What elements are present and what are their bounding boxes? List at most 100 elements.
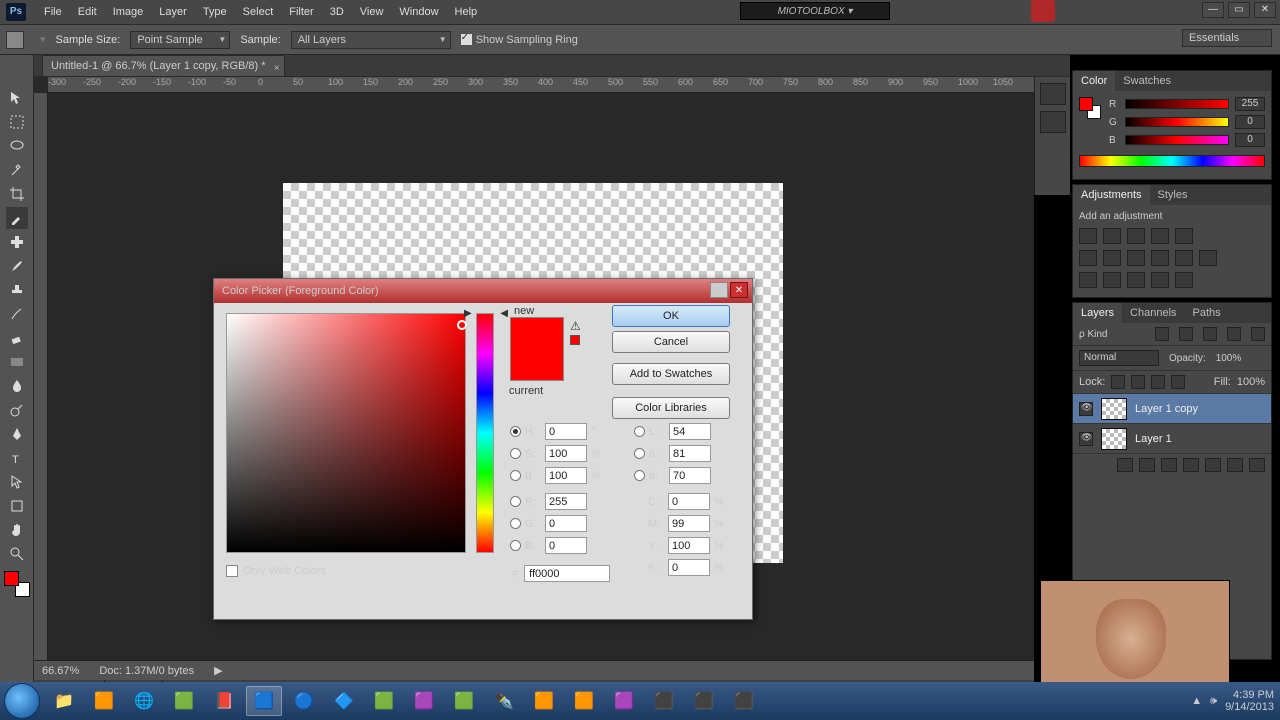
healing-tool-icon[interactable] [6,231,28,253]
window-close-button[interactable]: ✕ [1254,2,1276,18]
k-input[interactable] [668,559,710,576]
mask-icon[interactable] [1161,458,1177,472]
taskbar-icon[interactable]: ⬛ [646,686,682,716]
system-tray[interactable]: ▲ 🕪 4:39 PM 9/14/2013 [1191,689,1274,713]
menu-edit[interactable]: Edit [70,0,105,24]
visibility-toggle-icon[interactable] [1079,432,1093,446]
color-libraries-button[interactable]: Color Libraries [612,397,730,419]
a-input[interactable] [669,445,711,462]
taskbar-illustrator-icon[interactable]: 🟧 [566,686,602,716]
taskbar-clock[interactable]: 4:39 PM 9/14/2013 [1225,689,1274,713]
b-slider[interactable] [1125,135,1229,145]
s-input[interactable] [545,445,587,462]
lasso-tool-icon[interactable] [6,135,28,157]
dialog-titlebar[interactable]: Color Picker (Foreground Color) ▭ ✕ [214,279,752,303]
menu-3d[interactable]: 3D [322,0,352,24]
opacity-value[interactable]: 100% [1216,353,1242,364]
taskbar-icon[interactable]: ⬛ [726,686,762,716]
b-value[interactable]: 0 [1235,133,1265,147]
foreground-color-swatch[interactable] [4,571,19,586]
lock-trans-icon[interactable] [1111,375,1125,389]
eyedropper-tool-icon[interactable] [6,207,28,229]
adj-icon[interactable] [1103,250,1121,266]
r-value[interactable]: 255 [1235,97,1265,111]
g-radio[interactable] [510,518,521,529]
show-ring-checkbox[interactable] [461,34,472,45]
start-button[interactable] [4,683,40,719]
b-rgb-input[interactable] [545,537,587,554]
cancel-button[interactable]: Cancel [612,331,730,353]
b-hsb-input[interactable] [545,467,587,484]
dialog-close-button[interactable]: ✕ [730,282,748,298]
delete-layer-icon[interactable] [1249,458,1265,472]
h-radio[interactable] [510,426,521,437]
menu-file[interactable]: File [36,0,70,24]
link-layers-icon[interactable] [1117,458,1133,472]
taskbar-photoshop-icon[interactable]: 🟦 [246,686,282,716]
adj-icon[interactable] [1175,228,1193,244]
adjustment-layer-icon[interactable] [1183,458,1199,472]
stamp-tool-icon[interactable] [6,279,28,301]
adj-icon[interactable] [1151,272,1169,288]
wand-tool-icon[interactable] [6,159,28,181]
lock-pixels-icon[interactable] [1131,375,1145,389]
ok-button[interactable]: OK [612,305,730,327]
taskbar-onenote-icon[interactable]: 🟪 [406,686,442,716]
blend-mode-dropdown[interactable]: Normal [1079,350,1159,366]
taskbar-icon[interactable]: 🟧 [86,686,122,716]
tab-styles[interactable]: Styles [1150,185,1196,205]
b-lab-radio[interactable] [634,470,645,481]
taskbar-indesign-icon[interactable]: 🟪 [606,686,642,716]
taskbar-icon[interactable]: 🟩 [446,686,482,716]
adj-icon[interactable] [1175,250,1193,266]
tab-paths[interactable]: Paths [1185,303,1229,323]
tray-icon[interactable]: 🕪 [1210,695,1217,708]
menu-help[interactable]: Help [447,0,486,24]
shape-tool-icon[interactable] [6,495,28,517]
a-radio[interactable] [634,448,645,459]
hex-input[interactable] [524,565,610,582]
eraser-tool-icon[interactable] [6,327,28,349]
tab-layers[interactable]: Layers [1073,303,1122,323]
dialog-minimize-button[interactable]: ▭ [710,282,728,298]
adj-icon[interactable] [1079,228,1097,244]
taskbar-dreamweaver-icon[interactable]: 🟩 [366,686,402,716]
close-tab-icon[interactable]: × [274,59,280,79]
tab-color[interactable]: Color [1073,71,1115,91]
lock-all-icon[interactable] [1171,375,1185,389]
adj-icon[interactable] [1103,228,1121,244]
tool-preset-icon[interactable] [6,31,24,49]
b-hsb-radio[interactable] [510,470,521,481]
l-input[interactable] [669,423,711,440]
g-slider[interactable] [1125,117,1229,127]
menu-layer[interactable]: Layer [151,0,195,24]
color-swatches[interactable] [4,571,30,597]
menu-image[interactable]: Image [105,0,152,24]
menu-window[interactable]: Window [391,0,446,24]
spectrum-bar[interactable] [1079,155,1265,167]
menu-type[interactable]: Type [195,0,235,24]
zoom-readout[interactable]: 66.67% [42,665,79,677]
adj-icon[interactable] [1127,228,1145,244]
y-input[interactable] [668,537,710,554]
dock-icon-2[interactable] [1040,111,1066,133]
filter-icon[interactable] [1227,327,1241,341]
adj-icon[interactable] [1079,250,1097,266]
move-tool-icon[interactable] [6,87,28,109]
taskbar-icon[interactable]: ⬛ [686,686,722,716]
adj-icon[interactable] [1127,250,1145,266]
adj-icon[interactable] [1151,250,1169,266]
fx-icon[interactable] [1139,458,1155,472]
blur-tool-icon[interactable] [6,375,28,397]
history-brush-tool-icon[interactable] [6,303,28,325]
menu-filter[interactable]: Filter [281,0,321,24]
visibility-toggle-icon[interactable] [1079,402,1093,416]
taskbar-icon[interactable]: 🌐 [126,686,162,716]
current-color-swatch[interactable] [511,349,563,380]
c-input[interactable] [668,493,710,510]
g-value[interactable]: 0 [1235,115,1265,129]
layer-name[interactable]: Layer 1 copy [1135,403,1198,415]
gamut-warning-icon[interactable]: ⚠ [570,319,581,333]
filter-icon[interactable] [1251,327,1265,341]
adj-icon[interactable] [1103,272,1121,288]
